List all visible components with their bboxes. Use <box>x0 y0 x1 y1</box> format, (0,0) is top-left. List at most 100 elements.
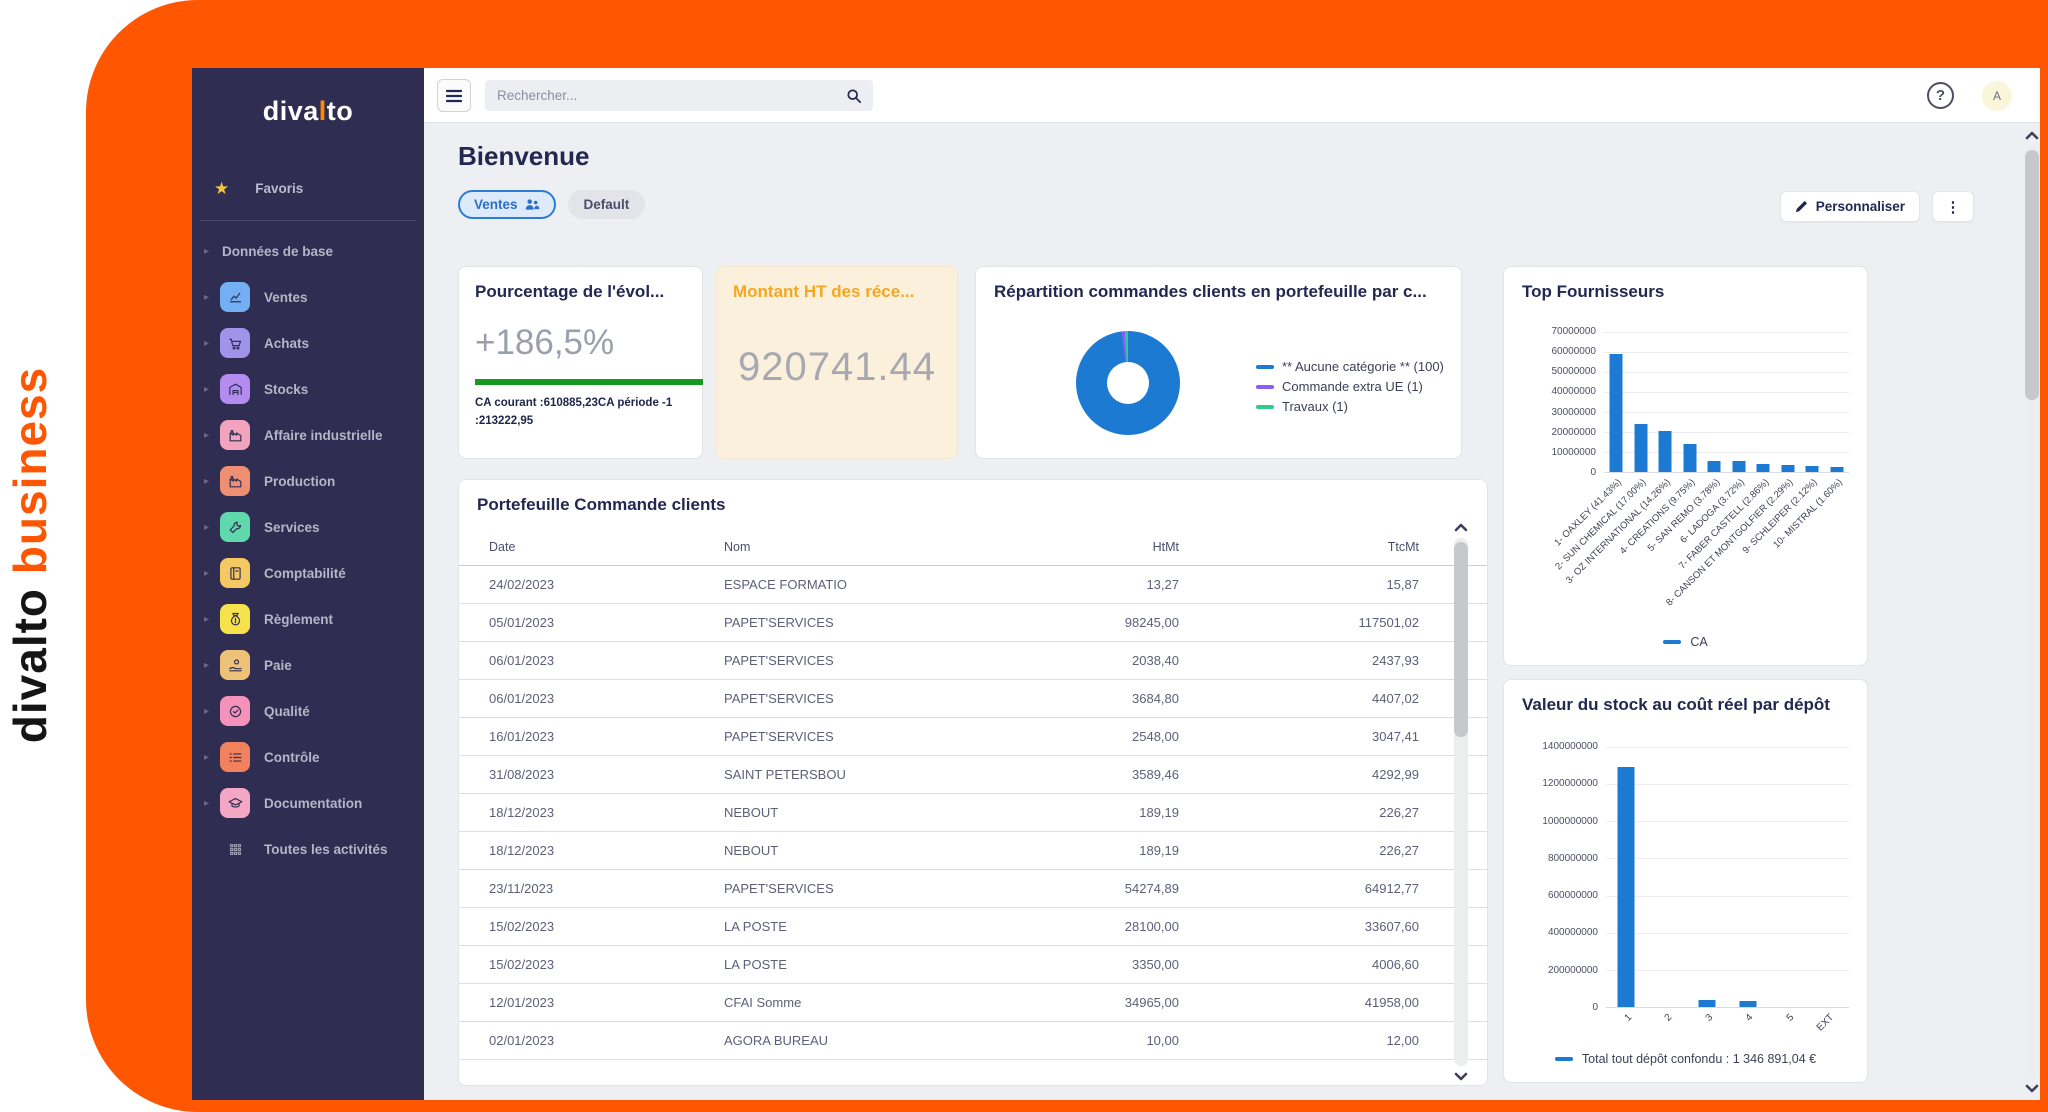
sidebar-item-production[interactable]: ▸ Production <box>192 458 424 504</box>
donut-chart[interactable] <box>1076 331 1180 435</box>
sidebar-item-qualite[interactable]: ▸ Qualité <box>192 688 424 734</box>
table-row[interactable]: 23/11/2023 PAPET'SERVICES 54274,89 64912,77 <box>459 870 1487 908</box>
table-cell: 41958,00 <box>1364 995 1419 1010</box>
sidebar-item-achats[interactable]: ▸ Achats <box>192 320 424 366</box>
legend-item[interactable]: ** Aucune catégorie ** (100) <box>1256 359 1444 374</box>
personalize-button[interactable]: Personnaliser <box>1779 191 1920 222</box>
table-cell: 189,19 <box>1139 843 1179 858</box>
scroll-up-icon[interactable] <box>2024 128 2040 144</box>
table-row[interactable]: 06/01/2023 PAPET'SERVICES 3684,80 4407,02 <box>459 680 1487 718</box>
scroll-up-icon[interactable] <box>1453 520 1469 536</box>
chevron-right-icon: ▸ <box>204 613 210 625</box>
scroll-down-icon[interactable] <box>1453 1068 1469 1084</box>
legend-item[interactable]: Travaux (1) <box>1256 399 1444 414</box>
y-tick-label: 1200000000 <box>1542 778 1598 790</box>
table-cell: 226,27 <box>1379 843 1419 858</box>
legend-label: Travaux (1) <box>1282 399 1348 414</box>
tab-default[interactable]: Default <box>567 190 646 219</box>
avatar[interactable]: A <box>1982 81 2012 111</box>
gridline <box>1606 932 1849 934</box>
wrench-icon <box>220 512 250 542</box>
chart-bar[interactable] <box>1732 461 1746 472</box>
gridline <box>1606 858 1849 860</box>
card-stock: Valeur du stock au coût réel par dépôt 1… <box>1503 679 1868 1083</box>
chart-bar[interactable] <box>1707 461 1721 472</box>
sidebar-item-donnees-de-base[interactable]: ▸ Données de base <box>192 228 424 274</box>
table-row[interactable]: 16/01/2023 PAPET'SERVICES 2548,00 3047,41 <box>459 718 1487 756</box>
evolution-value: +186,5% <box>475 323 615 362</box>
donut-legend: ** Aucune catégorie ** (100) Commande ext… <box>1256 359 1444 414</box>
search-input[interactable] <box>497 88 847 103</box>
sidebar-item-reglement[interactable]: ▸ Règlement <box>192 596 424 642</box>
table-row[interactable]: 24/02/2023 ESPACE FORMATIO 13,27 15,87 <box>459 566 1487 604</box>
column-header-htmt[interactable]: HtMt <box>929 540 1179 554</box>
chart-bar[interactable] <box>1698 999 1716 1007</box>
table-cell: SAINT PETERSBOU <box>724 767 846 782</box>
sidebar-item-controle[interactable]: ▸ Contrôle <box>192 734 424 780</box>
table-row[interactable]: 12/01/2023 CFAI Somme 34965,00 41958,00 <box>459 984 1487 1022</box>
y-axis: 1400000000 1200000000 1000000000 800000000 6… <box>1510 741 1598 1013</box>
legend-item[interactable]: Commande extra UE (1) <box>1256 379 1444 394</box>
chart-bar[interactable] <box>1756 463 1770 472</box>
search-icon[interactable] <box>847 88 861 103</box>
tab-ventes[interactable]: Ventes <box>458 190 556 219</box>
more-options-button[interactable]: ⋮ <box>1932 191 1974 222</box>
chart-bar[interactable] <box>1634 423 1648 472</box>
group-icon <box>525 199 539 210</box>
sidebar-item-documentation[interactable]: ▸ Documentation <box>192 780 424 826</box>
scrollbar-thumb[interactable] <box>2025 150 2039 400</box>
table-row[interactable]: 18/12/2023 NEBOUT 189,19 226,27 <box>459 794 1487 832</box>
factory-icon <box>220 420 250 450</box>
top-fournisseurs-chart: 70000000 60000000 50000000 40000000 30000000… <box>1504 267 1867 665</box>
sidebar-item-toutes-les-activites[interactable]: Toutes les activités <box>192 826 424 872</box>
menu-button[interactable] <box>437 79 471 112</box>
sidebar-item-services[interactable]: ▸ Services <box>192 504 424 550</box>
scrollbar-thumb[interactable] <box>1454 542 1468 737</box>
table-row[interactable]: 15/02/2023 LA POSTE 28100,00 33607,60 <box>459 908 1487 946</box>
table-row[interactable]: 05/01/2023 PAPET'SERVICES 98245,00 117501,0… <box>459 604 1487 642</box>
chart-icon <box>220 282 250 312</box>
y-tick-label: 200000000 <box>1547 964 1598 976</box>
gridline <box>1604 392 1849 393</box>
table-row[interactable]: 06/01/2023 PAPET'SERVICES 2038,40 2437,93 <box>459 642 1487 680</box>
table-row[interactable]: 15/02/2023 LA POSTE 3350,00 4006,60 <box>459 946 1487 984</box>
sidebar-item-paie[interactable]: ▸ Paie <box>192 642 424 688</box>
sidebar-item-stocks[interactable]: ▸ Stocks <box>192 366 424 412</box>
sidebar-item-affaire-industrielle[interactable]: ▸ Affaire industrielle <box>192 412 424 458</box>
chart-bar[interactable] <box>1781 465 1795 472</box>
x-tick-label: 2 <box>1662 1012 1675 1024</box>
column-header-nom[interactable]: Nom <box>724 540 929 554</box>
x-tick-label: 3 <box>1703 1012 1716 1024</box>
legend-dash <box>1256 364 1274 369</box>
chart-bar[interactable] <box>1617 767 1635 1007</box>
column-header-date[interactable]: Date <box>489 540 724 554</box>
help-button[interactable]: ? <box>1927 82 1954 109</box>
table-row[interactable]: 18/12/2023 NEBOUT 189,19 226,27 <box>459 832 1487 870</box>
sidebar-item-favoris[interactable]: ★ Favoris <box>192 170 424 206</box>
chart-bar[interactable] <box>1609 354 1623 472</box>
sidebar-item-label: Toutes les activités <box>264 841 388 857</box>
table-cell: 06/01/2023 <box>489 653 555 668</box>
y-tick-label: 70000000 <box>1551 326 1597 337</box>
sidebar-item-comptabilite[interactable]: ▸ Comptabilité <box>192 550 424 596</box>
sidebar-item-ventes[interactable]: ▸ Ventes <box>192 274 424 320</box>
search-box[interactable] <box>485 80 873 111</box>
sidebar-divider <box>200 220 416 221</box>
table-row[interactable]: 02/01/2023 AGORA BUREAU 10,00 12,00 <box>459 1022 1487 1060</box>
chart-plot <box>1604 332 1849 473</box>
rosette-icon <box>220 696 250 726</box>
chart-bar[interactable] <box>1658 431 1672 472</box>
topbar: ? A <box>424 68 2040 123</box>
graduation-icon <box>220 788 250 818</box>
table-row[interactable]: 31/08/2023 SAINT PETERSBOU 3589,46 4292,99 <box>459 756 1487 794</box>
chevron-right-icon: ▸ <box>204 291 210 303</box>
gridline <box>1606 784 1849 786</box>
table-cell: PAPET'SERVICES <box>724 881 834 896</box>
sidebar-item-label: Stocks <box>264 381 309 397</box>
checklist-icon <box>220 742 250 772</box>
column-header-ttcmt[interactable]: TtcMt <box>1179 540 1419 554</box>
table-cell: 05/01/2023 <box>489 615 555 630</box>
scroll-down-icon[interactable] <box>2024 1080 2040 1096</box>
chart-bar[interactable] <box>1683 444 1697 472</box>
dashboard-tabs: Ventes Default <box>458 190 646 219</box>
